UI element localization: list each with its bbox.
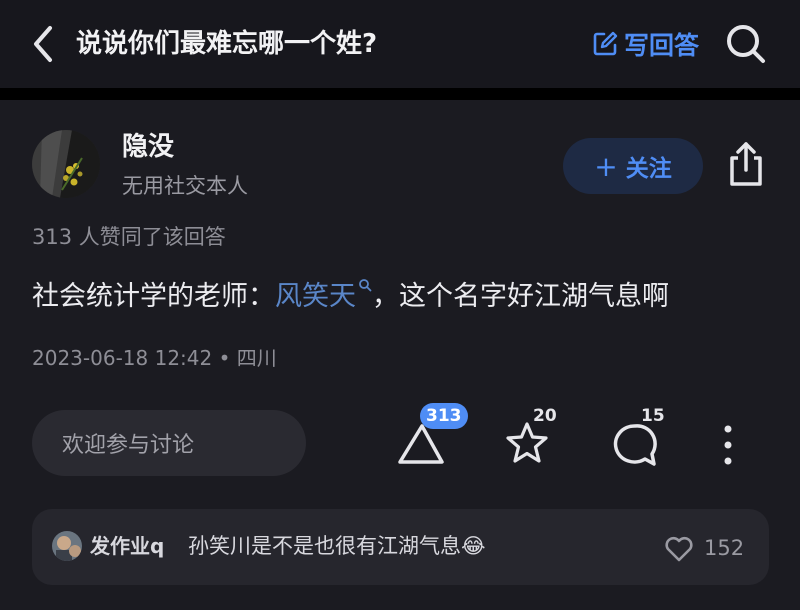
commenter-avatar[interactable] xyxy=(52,531,82,561)
comment-text: 孙笑川是不是也很有江湖气息😂 xyxy=(188,531,486,561)
chevron-left-icon xyxy=(34,26,52,62)
star-icon xyxy=(506,422,548,463)
share-button[interactable] xyxy=(724,140,768,188)
back-button[interactable] xyxy=(28,22,58,66)
more-vertical-icon xyxy=(724,425,732,465)
comment-button[interactable] xyxy=(606,420,666,470)
write-answer-button[interactable]: 写回答 xyxy=(592,26,699,62)
plus-icon: + xyxy=(594,149,618,183)
comment-text-body: 孙笑川是不是也很有江湖气息 xyxy=(188,534,461,558)
search-icon xyxy=(727,25,765,63)
favorite-button[interactable] xyxy=(497,420,557,470)
answer-text-before: 社会统计学的老师： xyxy=(32,281,275,312)
author-avatar[interactable] xyxy=(32,130,100,198)
avatar-image-icon xyxy=(32,130,100,198)
search-button[interactable] xyxy=(724,22,768,66)
answer-text-after: ，这个名字好江湖气息啊 xyxy=(372,281,669,312)
likes-summary: 313 人赞同了该回答 xyxy=(32,225,226,249)
author-name[interactable]: 隐没 xyxy=(122,130,174,164)
answer-card: 隐没 无用社交本人 + 关注 313 人赞同了该回答 社会统计学的老师：风笑天 ，… xyxy=(0,100,800,610)
page-title: 说说你们最难忘哪一个姓? xyxy=(76,29,378,59)
heart-icon xyxy=(665,536,693,562)
post-meta: 2023-06-18 12:42 • 四川 xyxy=(32,346,277,370)
answer-content: 社会统计学的老师：风笑天 ，这个名字好江湖气息啊 xyxy=(32,276,669,318)
favorite-count: 20 xyxy=(533,406,557,426)
laughing-emoji-icon: 😂 xyxy=(461,534,486,558)
search-link[interactable]: 风笑天 xyxy=(275,281,356,312)
avatar-image-icon xyxy=(52,531,82,561)
follow-label: 关注 xyxy=(625,156,672,182)
more-options-button[interactable] xyxy=(716,422,740,468)
comment-like-button[interactable] xyxy=(664,535,694,563)
top-bar: 说说你们最难忘哪一个姓? 写回答 xyxy=(0,0,800,88)
comment-like-count: 152 xyxy=(704,536,745,560)
follow-button[interactable]: + 关注 xyxy=(563,138,703,194)
comment-bubble-icon xyxy=(613,424,657,466)
share-icon xyxy=(730,142,762,186)
comment-count: 15 xyxy=(641,406,665,426)
commenter-name[interactable]: 发作业q xyxy=(90,531,164,561)
author-bio: 无用社交本人 xyxy=(122,174,248,198)
vote-count-badge: 313 xyxy=(420,403,468,429)
edit-square-icon xyxy=(593,31,618,56)
write-answer-label: 写回答 xyxy=(624,31,700,60)
comment-input[interactable]: 欢迎参与讨论 xyxy=(32,410,306,476)
mini-search-icon xyxy=(359,279,372,292)
section-divider xyxy=(0,88,800,100)
hot-comment[interactable]: 发作业q 孙笑川是不是也很有江湖气息😂 152 xyxy=(32,509,769,585)
